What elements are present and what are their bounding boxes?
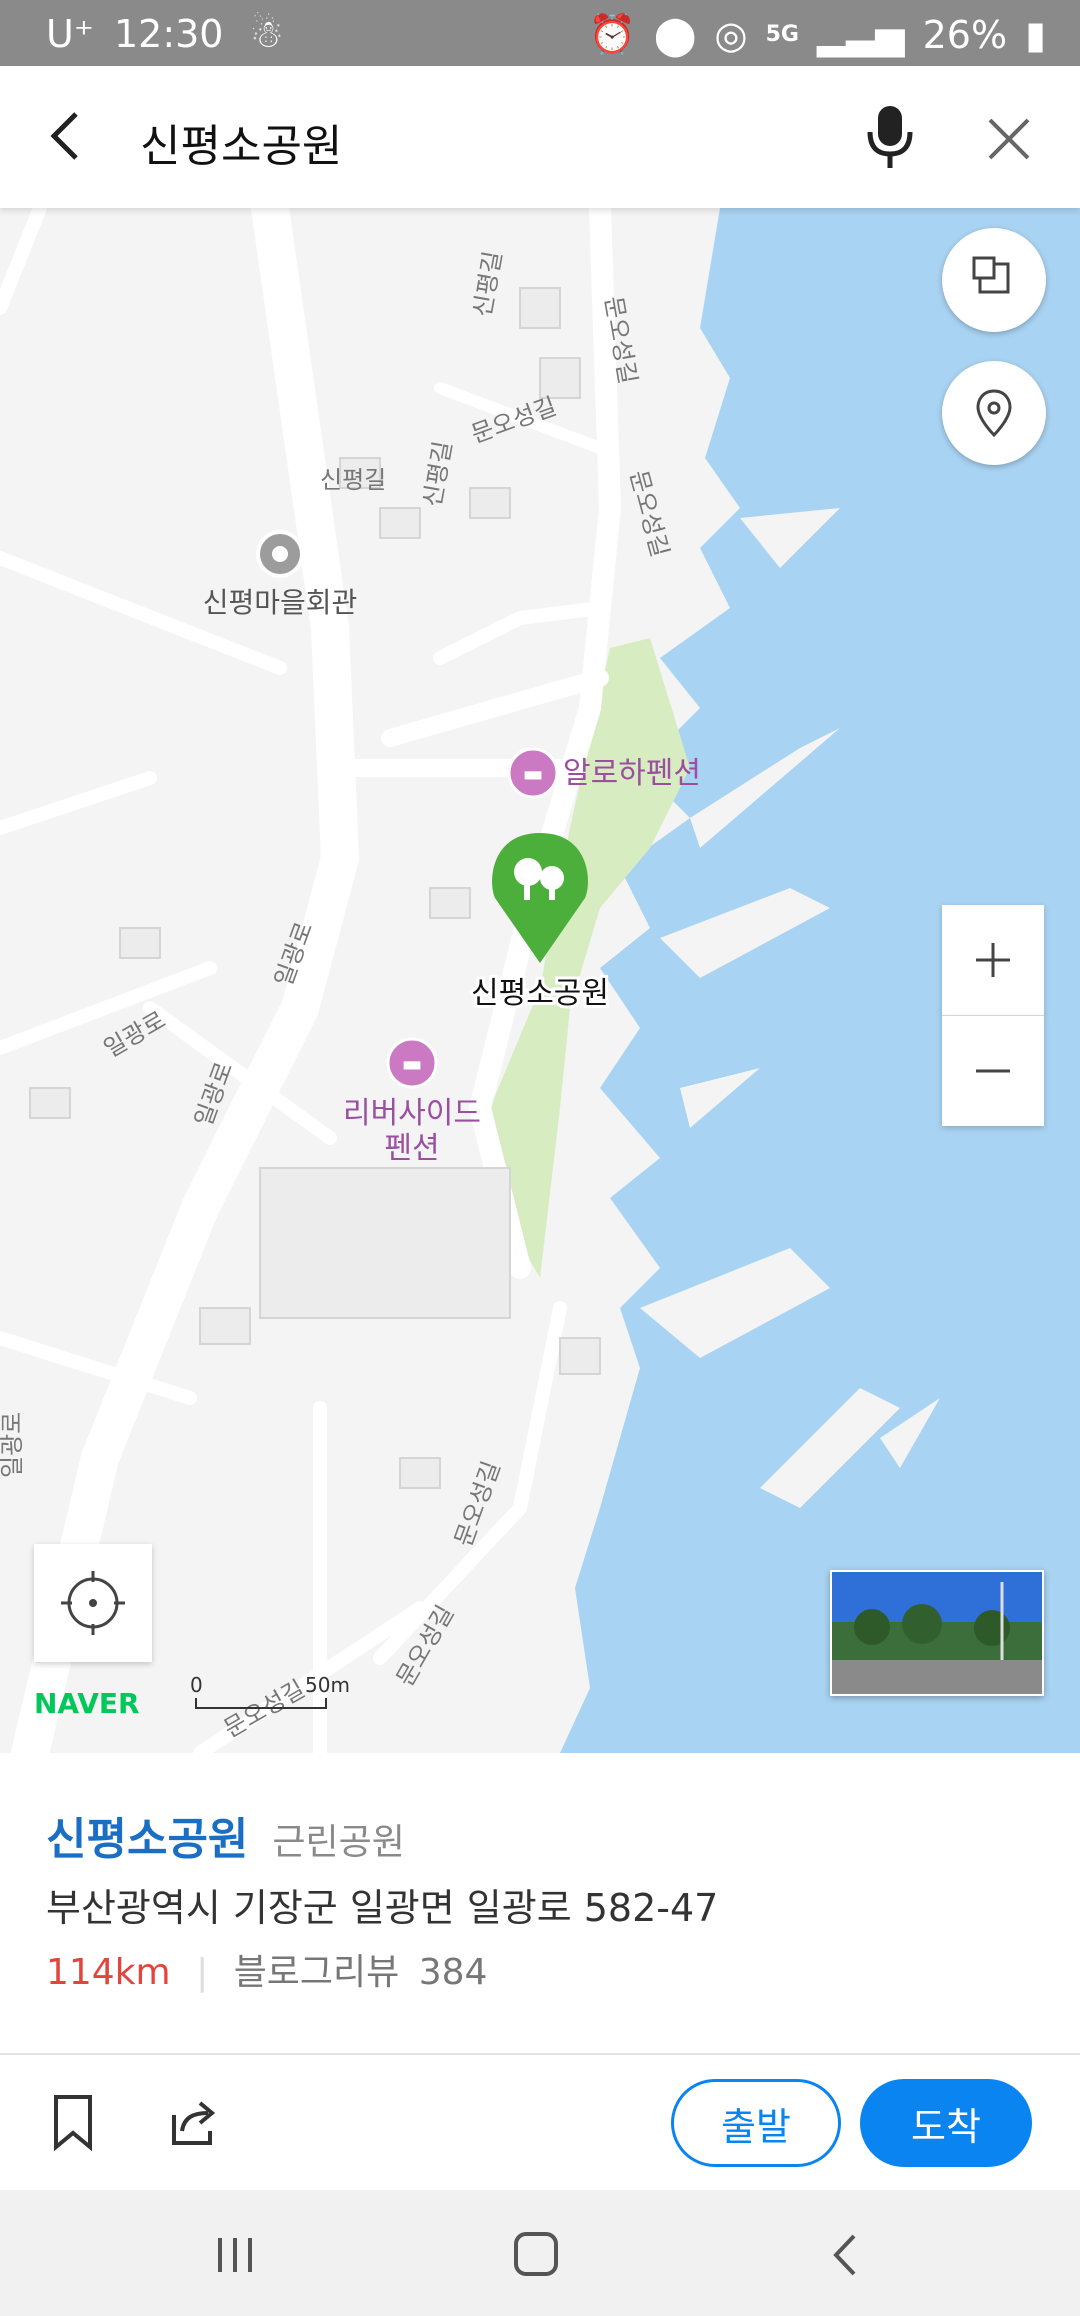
building [539, 357, 581, 399]
building [259, 1167, 511, 1319]
map-canvas[interactable]: 신평길 문오성길 신평길 문오성길 문오성길 신평길 일광로 일광로 일광로 일… [0, 208, 1080, 1753]
building [519, 287, 561, 329]
road-label: 신평길 [418, 439, 457, 509]
hotspot-icon: ◎ [714, 12, 748, 57]
place-distance: 114km [46, 1952, 171, 1993]
arrive-button[interactable]: 도착 [860, 2079, 1032, 2167]
aloha-pension-label: 알로하펜션 [563, 756, 701, 791]
back-icon[interactable] [40, 106, 90, 166]
status-right: ⏰ ⬤ ◎ 5G ▂▃▅ 26% ▮ [589, 12, 1046, 57]
riverside-pension-label-2: 펜션 [384, 1131, 439, 1166]
my-location-button[interactable] [34, 1544, 152, 1662]
battery-percent: 26% [922, 12, 1008, 57]
close-icon[interactable] [984, 114, 1034, 164]
search-bar: 신평소공원 [0, 66, 1080, 208]
selected-place-label: 신평소공원 [471, 976, 609, 1011]
side-road [0, 208, 47, 315]
action-bar: 출발 도착 [0, 2053, 1080, 2192]
place-name[interactable]: 신평소공원 [46, 1814, 248, 1865]
mic-icon[interactable] [862, 102, 918, 174]
layers-button[interactable] [942, 228, 1046, 332]
building [559, 1337, 601, 1375]
road-label: 문오성길 [624, 467, 674, 560]
svg-text:▬: ▬ [402, 1052, 423, 1077]
alarm-icon: ⏰ [588, 12, 636, 56]
blog-review-label[interactable]: 블로그리뷰 [234, 1952, 400, 1993]
building [119, 927, 161, 959]
zoom-out-button[interactable] [942, 1016, 1044, 1126]
nav-back-icon[interactable] [820, 2230, 870, 2280]
minus-icon [976, 1069, 1010, 1073]
scale-distance: 50m [305, 1673, 350, 1697]
place-heading: 신평소공원 근린공원 [46, 1803, 405, 1867]
battery-icon: ▮ [1025, 12, 1046, 57]
zoom-in-button[interactable] [942, 905, 1044, 1016]
naver-logo: NAVER [34, 1687, 140, 1720]
road-label: 신평길 [320, 466, 386, 494]
riverside-pension-label-1: 리버사이드 [343, 1096, 481, 1131]
location-pin-icon [976, 389, 1012, 438]
building [29, 1087, 71, 1119]
building [429, 887, 471, 919]
side-road [381, 669, 609, 747]
scale-zero: 0 [190, 1673, 203, 1697]
status-left: U⁺ 12:30 ☃ [46, 12, 284, 56]
road-label: 일광로 [99, 1006, 170, 1063]
layers-icon [972, 256, 1010, 294]
community-center-label: 신평마을회관 [203, 586, 358, 619]
system-nav-bar [0, 2190, 1080, 2316]
location-icon: ⬤ [653, 12, 697, 57]
depart-button[interactable]: 출발 [671, 2079, 841, 2167]
search-query[interactable]: 신평소공원 [140, 110, 342, 174]
building [379, 507, 421, 539]
home-icon[interactable] [510, 2230, 566, 2280]
svg-text:▬: ▬ [523, 762, 544, 787]
poi-button[interactable] [942, 361, 1046, 465]
side-road [0, 771, 157, 835]
recent-apps-icon[interactable] [210, 2230, 260, 2280]
street-view-image [832, 1572, 1042, 1694]
bookmark-icon[interactable] [48, 2093, 98, 2153]
crosshair-icon [61, 1571, 125, 1635]
map-view[interactable]: 신평길 문오성길 신평길 문오성길 문오성길 신평길 일광로 일광로 일광로 일… [0, 208, 1080, 1753]
meta-divider: | [196, 1952, 209, 1993]
place-category: 근린공원 [272, 1822, 405, 1863]
blog-review-count: 384 [418, 1952, 488, 1993]
notification-icon: ☃ [249, 12, 284, 56]
clock: 12:30 [113, 12, 224, 56]
building [469, 487, 511, 519]
place-info-panel[interactable]: 신평소공원 근린공원 부산광역시 기장군 일광면 일광로 582-47 114k… [0, 1753, 1080, 2053]
street-view-thumbnail[interactable] [830, 1570, 1044, 1696]
place-meta: 114km | 블로그리뷰 384 [46, 1943, 487, 1995]
building [199, 1307, 251, 1345]
road-label: 일광로 [0, 1412, 26, 1478]
road-label: 신평길 [468, 249, 507, 319]
network-type: 5G [765, 22, 799, 47]
carrier-label: U⁺ [46, 12, 94, 56]
share-icon[interactable] [166, 2095, 222, 2151]
signal-icon: ▂▃▅ [816, 12, 905, 57]
place-address: 부산광역시 기장군 일광면 일광로 582-47 [46, 1886, 719, 1930]
side-road [433, 601, 607, 665]
building [399, 1457, 441, 1489]
status-bar: U⁺ 12:30 ☃ ⏰ ⬤ ◎ 5G ▂▃▅ 26% ▮ [0, 0, 1080, 66]
plus-icon [976, 943, 1010, 977]
